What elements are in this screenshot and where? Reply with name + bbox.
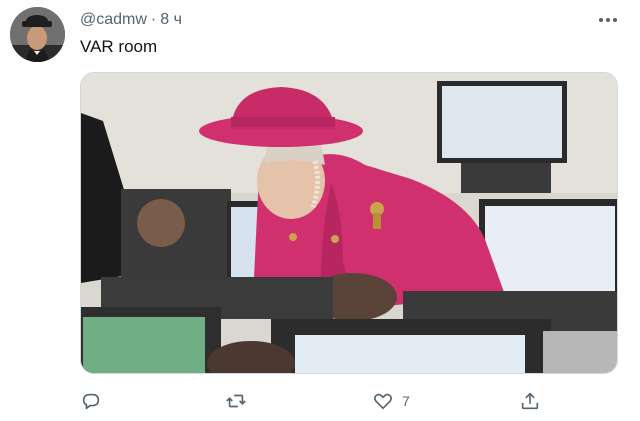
tweet-image[interactable] bbox=[80, 72, 618, 374]
separator-dot: · bbox=[150, 11, 157, 28]
tweet-text: VAR room bbox=[80, 37, 158, 56]
reply-button[interactable] bbox=[80, 388, 102, 414]
user-handle[interactable]: @cadmw bbox=[80, 11, 147, 28]
more-options-button[interactable] bbox=[596, 10, 620, 30]
tweet-actions: 7 bbox=[80, 388, 620, 414]
share-icon bbox=[521, 392, 539, 410]
share-button[interactable] bbox=[519, 388, 541, 414]
tweet-header: @cadmw · 8 ч bbox=[80, 11, 182, 29]
more-dots-icon bbox=[599, 18, 617, 22]
like-button[interactable]: 7 bbox=[372, 388, 410, 414]
reply-icon bbox=[82, 393, 100, 410]
avatar[interactable] bbox=[10, 7, 65, 62]
like-count: 7 bbox=[402, 393, 410, 409]
heart-icon bbox=[374, 393, 392, 410]
retweet-icon bbox=[226, 394, 246, 408]
tweet-time[interactable]: 8 ч bbox=[160, 11, 182, 28]
retweet-button[interactable] bbox=[225, 388, 247, 414]
